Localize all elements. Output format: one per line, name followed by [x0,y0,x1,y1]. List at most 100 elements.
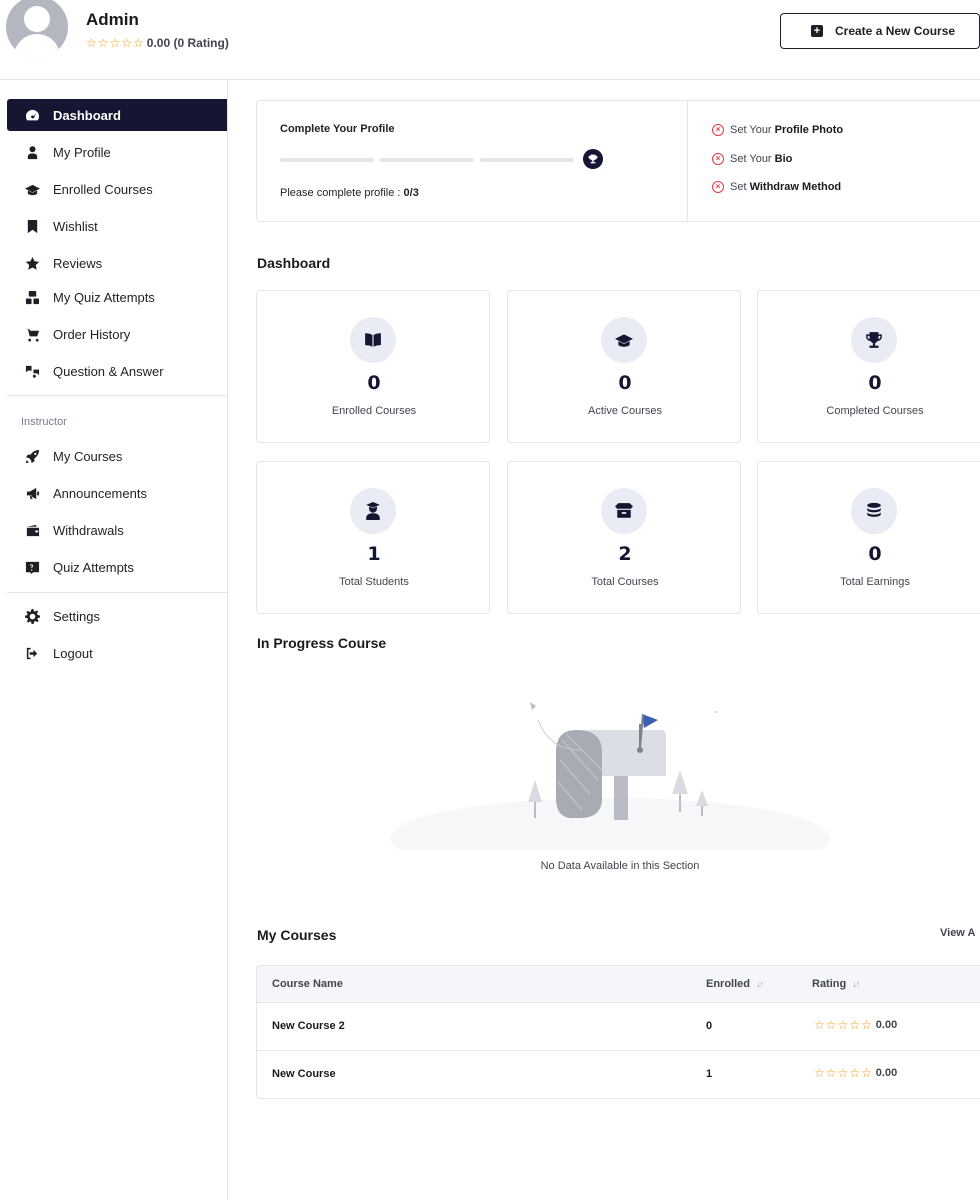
sidebar-item-label: Dashboard [53,107,121,123]
coins-icon [851,488,897,534]
sidebar-item-my-quiz-attempts[interactable]: My Quiz Attempts [7,281,227,313]
sidebar-item-order-history[interactable]: Order History [7,318,227,350]
sidebar-item-label: Settings [53,608,100,624]
sidebar-item-quiz-attempts[interactable]: Quiz Attempts [7,551,227,583]
quiz-icon [24,289,40,305]
stat-value: 1 [367,543,381,565]
sidebar-item-label: Enrolled Courses [53,181,153,197]
sidebar-item-label: Withdrawals [53,522,124,538]
profile-completion-card: Complete Your Profile Please complete pr… [256,100,980,222]
course-name-cell[interactable]: New Course 2 [272,1020,345,1032]
graduation-cap-icon [24,181,40,197]
table-header: Course Name Enrolled ↓↑ Rating ↓↑ [257,966,980,1003]
sidebar-item-settings[interactable]: Settings [7,600,227,632]
course-name-cell[interactable]: New Course [272,1068,336,1080]
sidebar: Dashboard My Profile Enrolled Courses Wi… [0,80,228,1200]
user-name: Admin [86,10,139,29]
profile-completion-title: Complete Your Profile [280,123,395,135]
stat-label: Enrolled Courses [331,405,417,417]
profile-completion-note: Please complete profile : 0/3 [280,187,419,199]
cart-icon [24,326,40,342]
rocket-icon [24,448,40,464]
sidebar-item-dashboard[interactable]: Dashboard [7,99,227,131]
stat-value: 0 [868,372,882,394]
table-row[interactable]: New Course 2 0 ☆☆☆☆☆ 0.00 [257,1003,980,1051]
enrolled-cell: 1 [706,1068,713,1080]
stat-value: 0 [367,372,381,394]
rating-cell: ☆☆☆☆☆ 0.00 [814,1066,898,1080]
user-rating: ☆☆☆☆☆ 0.00 (0 Rating) [86,36,229,50]
book-icon [350,317,396,363]
stat-label: Completed Courses [826,405,924,417]
avatar[interactable] [6,0,68,58]
sidebar-item-label: My Courses [53,448,123,464]
user-icon [24,144,40,160]
create-course-button[interactable]: + Create a New Course [780,13,980,49]
logout-icon [24,645,40,661]
sidebar-divider [7,395,227,396]
stat-card-total-courses: 2 Total Courses [507,461,741,614]
checklist-bio[interactable]: × Set Your Bio [712,153,792,165]
stat-label: Total Students [339,576,409,588]
sidebar-item-wishlist[interactable]: Wishlist [7,210,227,242]
profile-completion-progress: Complete Your Profile Please complete pr… [257,101,688,221]
user-rating-text: 0.00 (0 Rating) [146,36,229,50]
stat-card-total-earnings: 0 Total Earnings [757,461,980,614]
sidebar-item-reviews[interactable]: Reviews [7,247,227,279]
dashboard-title: Dashboard [257,255,331,271]
stat-card-enrolled-courses: 0 Enrolled Courses [256,290,490,443]
star-rating-icon: ☆☆☆☆☆ [814,1018,873,1032]
progress-segment [380,158,474,162]
my-courses-table: Course Name Enrolled ↓↑ Rating ↓↑ New Cour… [256,965,980,1099]
sidebar-item-label: My Quiz Attempts [53,289,155,305]
sidebar-item-question-answer[interactable]: Question & Answer [7,355,227,387]
dashboard-icon [24,107,40,123]
column-header-rating[interactable]: Rating ↓↑ [812,978,860,990]
progress-segment [480,158,574,162]
sort-icon[interactable]: ↓↑ [756,979,764,989]
bookmark-icon [24,218,40,234]
in-progress-title: In Progress Course [257,635,387,651]
sidebar-item-withdrawals[interactable]: Withdrawals [7,514,227,546]
table-row[interactable]: New Course 1 ☆☆☆☆☆ 0.00 [257,1051,980,1098]
sidebar-item-my-courses[interactable]: My Courses [7,440,227,472]
student-icon [350,488,396,534]
sidebar-item-label: Quiz Attempts [53,559,134,575]
sidebar-item-label: Question & Answer [53,363,164,379]
column-header-enrolled[interactable]: Enrolled ↓↑ [706,978,764,990]
sidebar-item-announcements[interactable]: Announcements [7,477,227,509]
sidebar-item-label: Logout [53,645,93,661]
page-header: Admin ☆☆☆☆☆ 0.00 (0 Rating) + Create a N… [0,0,980,80]
empty-mailbox-illustration [390,702,830,850]
sidebar-item-enrolled-courses[interactable]: Enrolled Courses [7,173,227,205]
sort-icon[interactable]: ↓↑ [852,979,860,989]
stat-label: Total Courses [591,576,659,588]
error-circle-icon: × [712,124,724,136]
stat-card-completed-courses: 0 Completed Courses [757,290,980,443]
plus-icon: + [811,25,823,37]
checklist-profile-photo[interactable]: × Set Your Profile Photo [712,124,843,136]
sidebar-divider [7,592,227,593]
trophy-icon [851,317,897,363]
checklist-withdraw-method[interactable]: × Set Withdraw Method [712,181,841,193]
sidebar-item-label: My Profile [53,144,111,160]
sidebar-item-label: Reviews [53,255,103,271]
stat-card-total-students: 1 Total Students [256,461,490,614]
megaphone-icon [24,485,40,501]
sidebar-item-label: Announcements [53,485,147,501]
my-courses-title: My Courses [257,927,337,943]
create-course-label: Create a New Course [835,24,956,38]
sidebar-item-label: Order History [53,326,131,342]
stat-value: 0 [868,543,882,565]
error-circle-icon: × [712,153,724,165]
instructor-section-label: Instructor [21,416,67,428]
empty-state-text: No Data Available in this Section [540,860,700,872]
trophy-icon [583,149,603,169]
qa-icon [24,363,40,379]
view-all-link[interactable]: View A [940,927,975,939]
stat-label: Active Courses [588,405,662,417]
stat-value: 2 [618,543,632,565]
sidebar-item-my-profile[interactable]: My Profile [7,136,227,168]
sidebar-item-logout[interactable]: Logout [7,637,227,669]
star-icon [24,255,40,271]
